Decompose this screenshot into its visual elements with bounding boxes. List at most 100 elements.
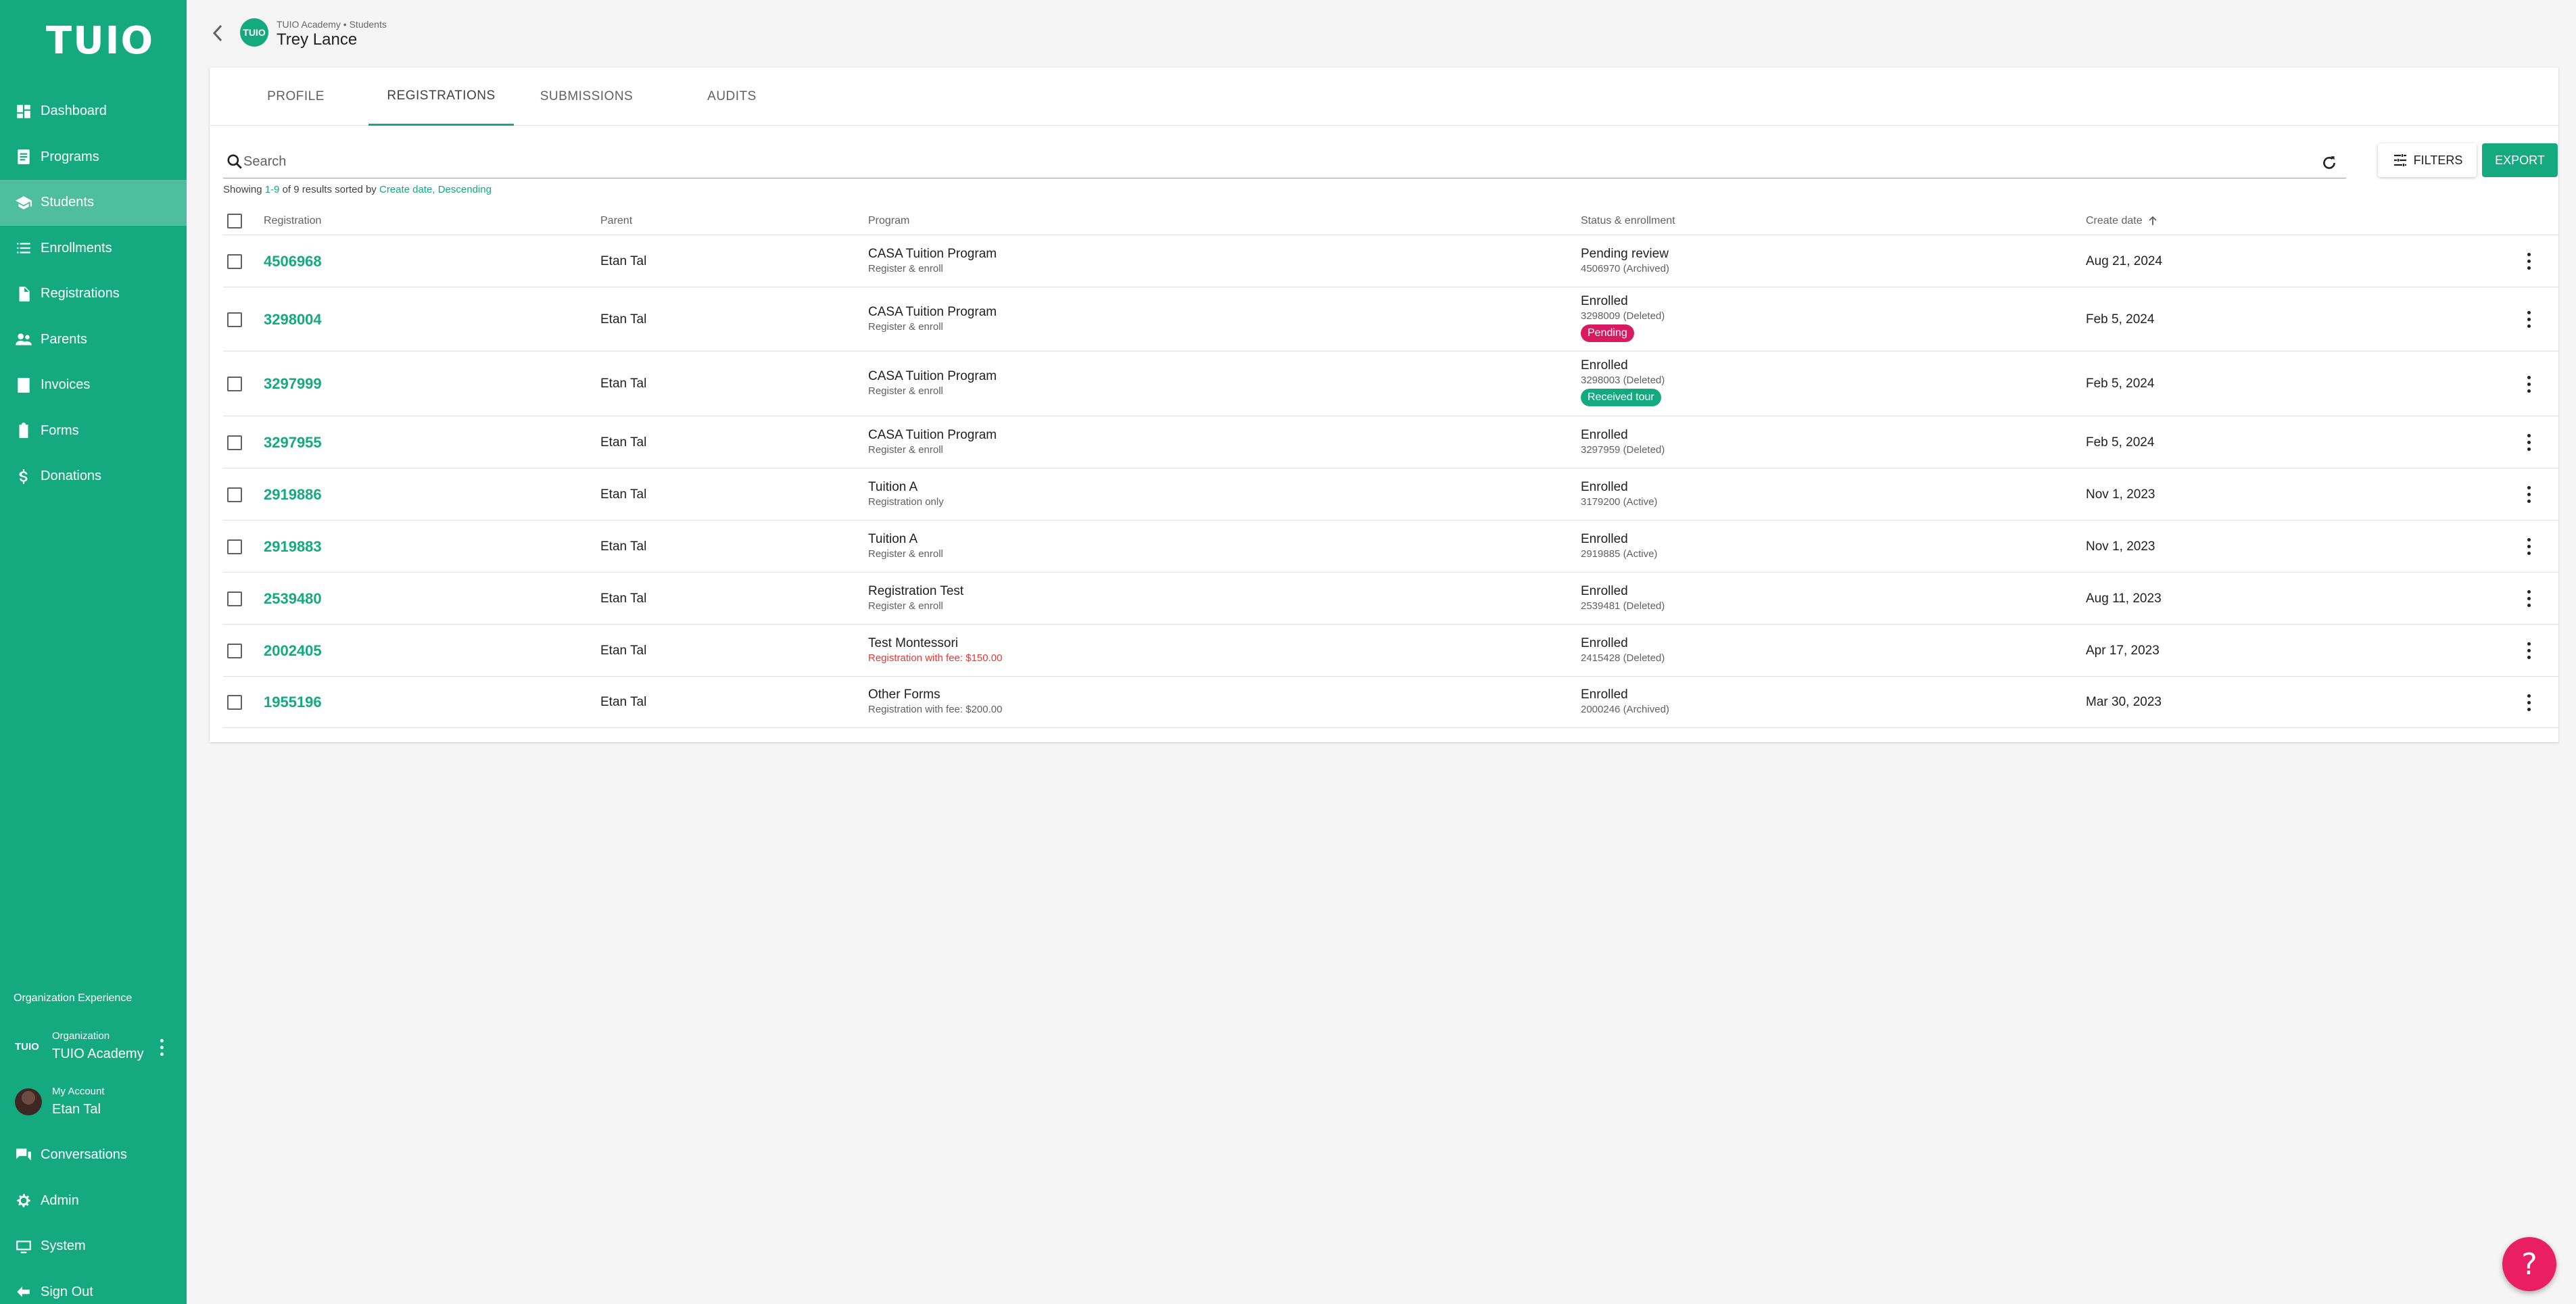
registration-link[interactable]: 2002405 [264, 642, 322, 660]
row-checkbox-cell [227, 377, 242, 391]
more-vert-icon[interactable] [157, 1037, 166, 1057]
column-status[interactable]: Status & enrollment [1581, 207, 1675, 235]
registration-link[interactable]: 2539480 [264, 590, 322, 608]
more-vert-icon[interactable] [2524, 641, 2533, 661]
sidebar-item-programs[interactable]: Programs [0, 135, 187, 180]
program-name: Test Montessori [868, 635, 959, 650]
row-checkbox[interactable] [227, 539, 242, 554]
search-input[interactable] [243, 150, 2272, 173]
registration-link[interactable]: 2919883 [264, 538, 322, 556]
account-label: My Account [52, 1086, 105, 1097]
row-checkbox[interactable] [227, 695, 242, 710]
sidebar-item-sign-out[interactable]: Sign Out [0, 1270, 187, 1304]
more-vert-icon[interactable] [2524, 251, 2533, 272]
sign-out-icon [15, 1283, 32, 1301]
registration-link[interactable]: 3297955 [264, 434, 322, 452]
sort-direction-link[interactable]: Descending [438, 184, 492, 195]
status-text: Enrolled [1581, 583, 1628, 598]
sidebar-item-label: Enrollments [41, 240, 112, 256]
row-checkbox[interactable] [227, 487, 242, 502]
registration-link[interactable]: 3297999 [264, 375, 322, 393]
more-vert-icon[interactable] [2524, 374, 2533, 394]
status-cell: Enrolled 3297959 (Deleted) [1581, 428, 1665, 456]
more-vert-icon[interactable] [2524, 433, 2533, 453]
table-row: 1955196 Etan Tal Other Forms Registration w… [223, 677, 2558, 728]
dollar-icon [15, 468, 32, 485]
sidebar-item-label: Invoices [41, 377, 91, 393]
more-vert-icon[interactable] [2524, 589, 2533, 609]
row-checkbox[interactable] [227, 643, 242, 658]
status-cell: Enrolled 3298009 (Deleted) Pending [1581, 294, 1665, 342]
column-create-date[interactable]: Create date [2086, 207, 2159, 235]
invoice-icon [15, 377, 32, 394]
tuio-logo[interactable]: TUIO [46, 19, 154, 63]
row-checkbox[interactable] [227, 312, 242, 327]
sidebar-item-forms[interactable]: Forms [0, 408, 187, 454]
more-vert-icon[interactable] [2524, 692, 2533, 713]
row-checkbox-cell [227, 539, 242, 554]
parent-name: Etan Tal [600, 312, 647, 327]
row-checkbox[interactable] [227, 435, 242, 450]
registration-link[interactable]: 1955196 [264, 694, 322, 711]
select-all-checkbox[interactable] [227, 214, 242, 228]
status-text: Enrolled [1581, 293, 1628, 308]
create-date: Apr 17, 2023 [2086, 643, 2160, 658]
sidebar-item-parents[interactable]: Parents [0, 317, 187, 363]
registration-link[interactable]: 2919886 [264, 486, 322, 504]
more-vert-icon[interactable] [2524, 537, 2533, 557]
program-cell: CASA Tuition Program Register & enroll [868, 305, 997, 333]
more-vert-icon[interactable] [2524, 310, 2533, 330]
sort-field-link[interactable]: Create date [379, 184, 432, 195]
my-account[interactable]: My Account Etan Tal [0, 1083, 187, 1124]
sidebar-item-enrollments[interactable]: Enrollments [0, 226, 187, 272]
help-button[interactable]: ? [2502, 1237, 2556, 1291]
column-parent[interactable]: Parent [600, 207, 632, 235]
refresh-icon[interactable] [2320, 154, 2338, 172]
row-checkbox[interactable] [227, 253, 242, 269]
filters-button[interactable]: FILTERS [2378, 143, 2477, 177]
create-date: Aug 11, 2023 [2086, 591, 2162, 606]
more-vert-icon[interactable] [2524, 485, 2533, 505]
sidebar-item-label: Conversations [41, 1147, 127, 1163]
sidebar-item-donations[interactable]: Donations [0, 454, 187, 500]
registration-link[interactable]: 4506968 [264, 253, 322, 270]
table-header: Registration Parent Program Status & enr… [223, 207, 2558, 235]
row-checkbox[interactable] [227, 377, 242, 391]
sidebar-item-admin[interactable]: Admin [0, 1178, 187, 1224]
search-icon [227, 154, 242, 169]
column-program[interactable]: Program [868, 207, 909, 235]
org-label: Organization [52, 1030, 110, 1042]
status-text: Enrolled [1581, 427, 1628, 442]
row-checkbox[interactable] [227, 591, 242, 606]
tab-registrations[interactable]: REGISTRATIONS [368, 68, 514, 126]
create-date: Aug 21, 2024 [2086, 253, 2163, 268]
row-checkbox-cell [227, 591, 242, 606]
table-row: 2919883 Etan Tal Tuition A Register & enrol… [223, 521, 2558, 573]
document-icon [15, 285, 32, 303]
tab-audits[interactable]: AUDITS [659, 68, 805, 126]
results-range: 1-9 [264, 184, 280, 195]
program-cell: Other Forms Registration with fee: $200.0… [868, 687, 1002, 715]
sidebar-item-label: Students [41, 195, 94, 210]
organization-switcher[interactable]: TUIO Organization TUIO Academy [0, 1028, 187, 1068]
enrollment-ref: 2539481 (Deleted) [1581, 600, 1665, 612]
registration-link[interactable]: 3298004 [264, 311, 322, 329]
status-cell: Enrolled 3179200 (Active) [1581, 480, 1657, 508]
status-badge: Received tour [1581, 389, 1661, 406]
tab-profile[interactable]: PROFILE [223, 68, 368, 126]
back-button[interactable] [210, 23, 227, 43]
program-cell: Tuition A Register & enroll [868, 532, 943, 560]
sidebar-item-students[interactable]: Students [0, 180, 187, 226]
row-checkbox-cell [227, 695, 242, 710]
sidebar-item-invoices[interactable]: Invoices [0, 362, 187, 408]
column-registration[interactable]: Registration [264, 207, 321, 235]
search-bar [223, 146, 2346, 178]
sidebar-item-system[interactable]: System [0, 1224, 187, 1270]
tab-submissions[interactable]: SUBMISSIONS [514, 68, 659, 126]
sidebar-item-registrations[interactable]: Registrations [0, 271, 187, 317]
export-button[interactable]: EXPORT [2482, 143, 2558, 177]
sidebar-item-dashboard[interactable]: Dashboard [0, 89, 187, 135]
program-type: Registration with fee: $150.00 [868, 652, 1003, 664]
sidebar-item-conversations[interactable]: Conversations [0, 1132, 187, 1178]
registrations-card: PROFILEREGISTRATIONSSUBMISSIONSAUDITS FI… [210, 68, 2558, 742]
